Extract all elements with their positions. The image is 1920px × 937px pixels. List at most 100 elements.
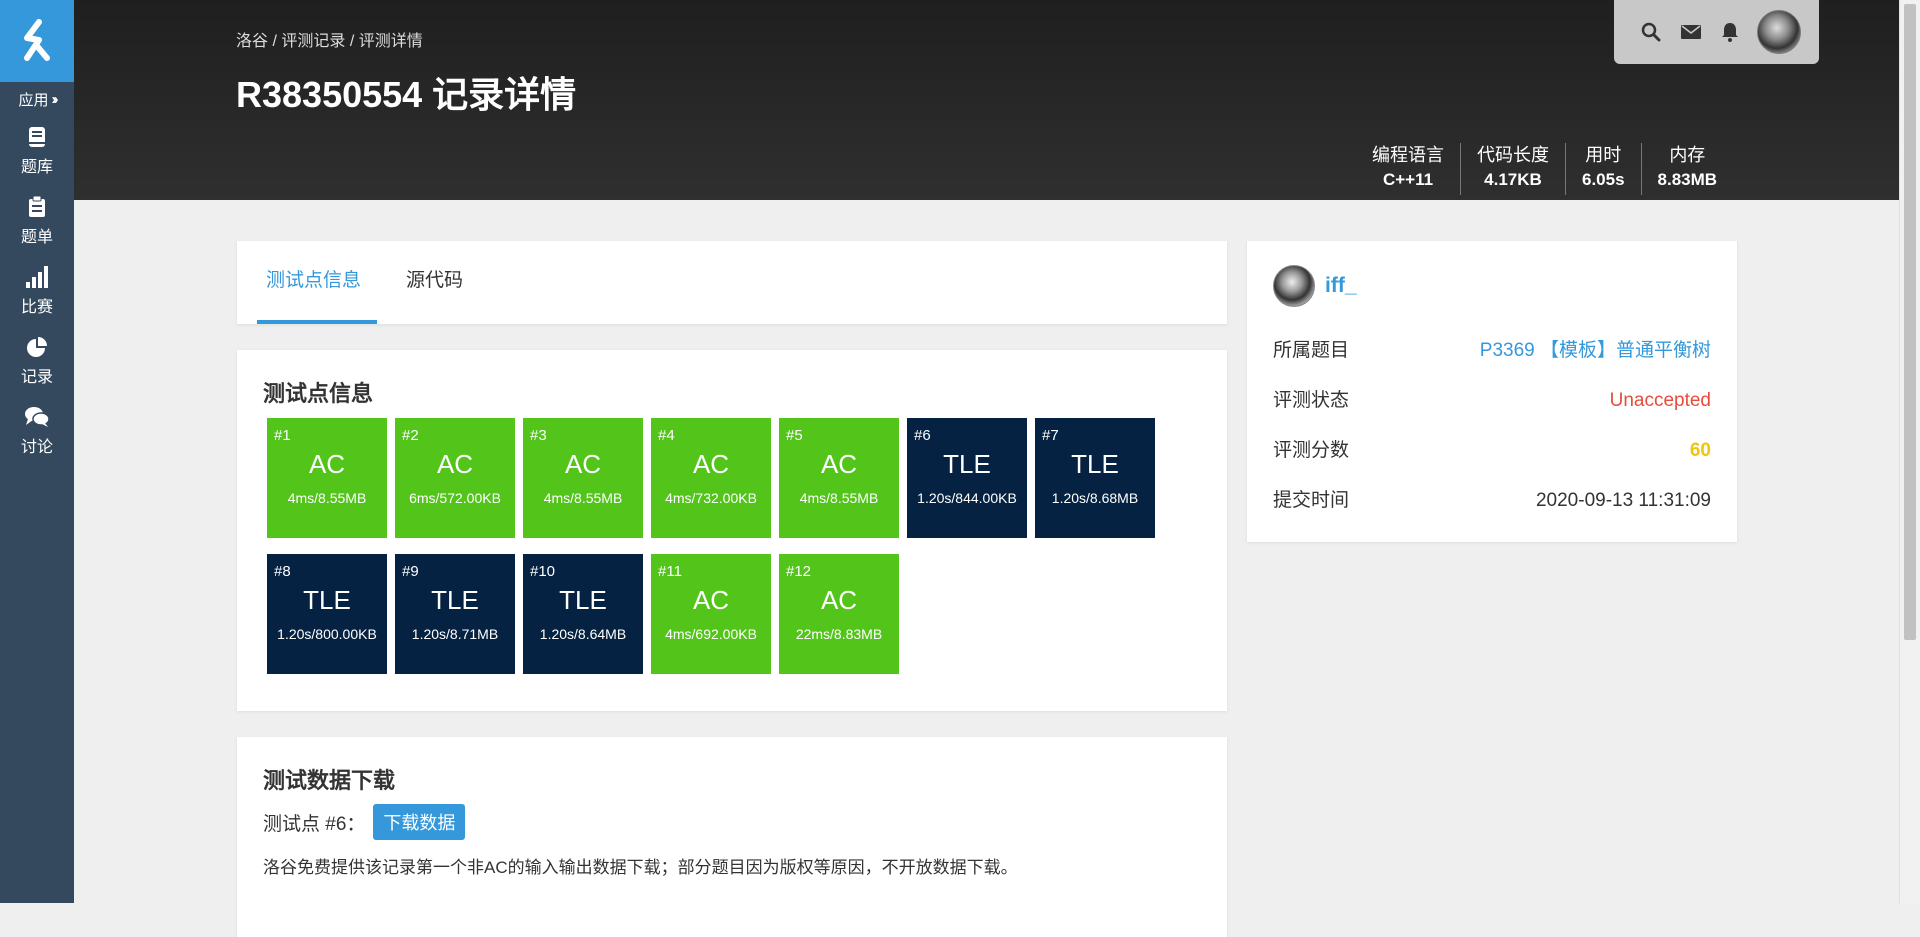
testcase-status: AC bbox=[436, 449, 474, 479]
stat-label: 用时 bbox=[1585, 145, 1622, 165]
page-scrollbar[interactable] bbox=[1899, 0, 1920, 903]
testcase-status: TLE bbox=[943, 449, 991, 479]
chat-icon bbox=[25, 406, 50, 427]
info-row-score: 评测分数 60 bbox=[1273, 436, 1711, 466]
pie-chart-icon bbox=[27, 336, 47, 357]
testcase-number: #12 bbox=[786, 563, 812, 580]
testcase-tile[interactable]: #5 AC 4ms/8.55MB bbox=[779, 418, 899, 538]
stat-label: 代码长度 bbox=[1477, 145, 1549, 165]
breadcrumb-current[interactable]: 评测详情 bbox=[359, 33, 423, 50]
sidebar-item-training[interactable]: 题单 bbox=[0, 186, 74, 256]
testcase-status: TLE bbox=[431, 585, 479, 615]
testcase-tile[interactable]: #6 TLE 1.20s/844.00KB bbox=[907, 418, 1027, 538]
submitter: iff_ bbox=[1273, 265, 1357, 307]
tabs-card: 测试点信息 源代码 bbox=[237, 241, 1227, 324]
info-row-problem: 所属题目 P3369 【模板】普通平衡树 bbox=[1273, 336, 1711, 366]
clipboard-icon bbox=[29, 195, 45, 217]
page-title: R38350554 记录详情 bbox=[236, 74, 577, 115]
download-note: 洛谷免费提供该记录第一个非AC的输入输出数据下载；部分题目因为版权等原因，不开放… bbox=[263, 858, 1018, 877]
username-link[interactable]: iff_ bbox=[1325, 274, 1357, 298]
tab-active-indicator bbox=[257, 320, 377, 324]
sidebar-item-contests[interactable]: 比赛 bbox=[0, 256, 74, 326]
sidebar-item-discuss[interactable]: 讨论 bbox=[0, 396, 74, 466]
sidebar-item-label: 记录 bbox=[20, 368, 53, 386]
testcase-time-memory: 1.20s/8.64MB bbox=[539, 626, 627, 642]
testcase-tile[interactable]: #8 TLE 1.20s/800.00KB bbox=[267, 554, 387, 674]
stat-value: 4.17KB bbox=[1484, 170, 1542, 189]
testcase-time-memory: 1.20s/8.68MB bbox=[1051, 490, 1139, 506]
testcase-tile[interactable]: #4 AC 4ms/732.00KB bbox=[651, 418, 771, 538]
stat-label: 编程语言 bbox=[1372, 145, 1444, 165]
avatar[interactable] bbox=[1757, 10, 1801, 54]
testcase-number: #9 bbox=[402, 563, 419, 580]
sidebar-item-label: 题库 bbox=[20, 158, 53, 176]
testcase-time-memory: 1.20s/844.00KB bbox=[917, 490, 1017, 506]
info-row-submit-time: 提交时间 2020-09-13 11:31:09 bbox=[1273, 486, 1711, 516]
stat-value: 8.83MB bbox=[1657, 170, 1718, 189]
testcase-number: #3 bbox=[530, 427, 547, 444]
testcase-tile[interactable]: #10 TLE 1.20s/8.64MB bbox=[523, 554, 643, 674]
testcase-status: TLE bbox=[303, 585, 351, 615]
testcase-status: AC bbox=[692, 585, 730, 615]
stat-value: 6.05s bbox=[1582, 170, 1625, 189]
sidebar-item-problems[interactable]: 题库 bbox=[0, 116, 74, 186]
mail-icon[interactable] bbox=[1681, 24, 1701, 40]
testcase-number: #7 bbox=[1042, 427, 1059, 444]
testcase-status: AC bbox=[308, 449, 346, 479]
stat-time: 用时 6.05s bbox=[1566, 143, 1642, 195]
breadcrumb-records[interactable]: 评测记录 bbox=[281, 33, 345, 50]
testcases-card: 测试点信息 #1 AC 4ms/8.55MB #2 AC 6ms/572.00KB #3 AC… bbox=[237, 350, 1227, 711]
download-testcase-label: 测试点 #6： bbox=[263, 813, 366, 835]
search-icon[interactable] bbox=[1641, 22, 1661, 42]
testcase-tile[interactable]: #1 AC 4ms/8.55MB bbox=[267, 418, 387, 538]
luogu-logo[interactable] bbox=[0, 0, 74, 82]
testcase-tile[interactable]: #7 TLE 1.20s/8.68MB bbox=[1035, 418, 1155, 538]
problem-link[interactable]: P3369 【模板】普通平衡树 bbox=[1480, 336, 1711, 366]
testcase-tile[interactable]: #2 AC 6ms/572.00KB bbox=[395, 418, 515, 538]
book-icon bbox=[29, 126, 45, 147]
testcase-tile[interactable]: #11 AC 4ms/692.00KB bbox=[651, 554, 771, 674]
avatar[interactable] bbox=[1273, 265, 1315, 307]
testcase-tile[interactable]: #3 AC 4ms/8.55MB bbox=[523, 418, 643, 538]
testcase-status: AC bbox=[820, 585, 858, 615]
testcase-tile[interactable]: #12 AC 22ms/8.83MB bbox=[779, 554, 899, 674]
breadcrumb: 洛谷 / 评测记录 / 评测详情 bbox=[236, 33, 423, 50]
sidebar: 应用 ›› 题库 题单 比赛 记录 讨论 bbox=[0, 0, 74, 903]
info-key: 评测状态 bbox=[1273, 390, 1350, 411]
stat-code-length: 代码长度 4.17KB bbox=[1461, 143, 1566, 195]
record-header: 洛谷 / 评测记录 / 评测详情 R38350554 记录详情 编程语言 C++… bbox=[74, 0, 1900, 200]
testcase-time-memory: 6ms/572.00KB bbox=[409, 490, 501, 506]
breadcrumb-home[interactable]: 洛谷 bbox=[236, 33, 268, 50]
luogu-logo-icon bbox=[24, 19, 50, 61]
status-value: Unaccepted bbox=[1609, 390, 1711, 411]
testcase-number: #6 bbox=[914, 427, 931, 444]
section-title: 测试数据下载 bbox=[263, 768, 396, 793]
bell-icon[interactable] bbox=[1721, 22, 1739, 42]
download-data-button[interactable]: 下载数据 bbox=[373, 804, 466, 840]
sidebar-item-label: 讨论 bbox=[20, 438, 53, 456]
tab-testcases[interactable]: 测试点信息 bbox=[266, 241, 361, 324]
apps-toggle[interactable]: 应用 ›› bbox=[0, 82, 74, 116]
bar-chart-icon bbox=[26, 265, 48, 288]
info-key: 评测分数 bbox=[1273, 440, 1350, 461]
stat-label: 内存 bbox=[1669, 145, 1706, 165]
testcase-time-memory: 1.20s/800.00KB bbox=[277, 626, 377, 642]
testcase-number: #2 bbox=[402, 427, 419, 444]
testcase-time-memory: 4ms/8.55MB bbox=[799, 490, 879, 506]
testcase-time-memory: 4ms/732.00KB bbox=[665, 490, 757, 506]
stat-memory: 内存 8.83MB bbox=[1642, 143, 1734, 195]
sidebar-item-label: 题单 bbox=[20, 228, 53, 246]
section-title: 测试点信息 bbox=[263, 381, 374, 406]
tab-source-code[interactable]: 源代码 bbox=[406, 241, 463, 324]
testcase-time-memory: 4ms/8.55MB bbox=[287, 490, 367, 506]
info-row-status: 评测状态 Unaccepted bbox=[1273, 386, 1711, 416]
testcase-number: #10 bbox=[530, 563, 556, 580]
testcase-number: #11 bbox=[658, 563, 682, 580]
testcase-time-memory: 4ms/692.00KB bbox=[665, 626, 757, 642]
submit-time-value: 2020-09-13 11:31:09 bbox=[1535, 490, 1711, 511]
score-value: 60 bbox=[1689, 440, 1711, 461]
info-key: 所属题目 bbox=[1273, 340, 1350, 361]
scrollbar-thumb[interactable] bbox=[1904, 4, 1916, 640]
testcase-tile[interactable]: #9 TLE 1.20s/8.71MB bbox=[395, 554, 515, 674]
sidebar-item-records[interactable]: 记录 bbox=[0, 326, 74, 396]
